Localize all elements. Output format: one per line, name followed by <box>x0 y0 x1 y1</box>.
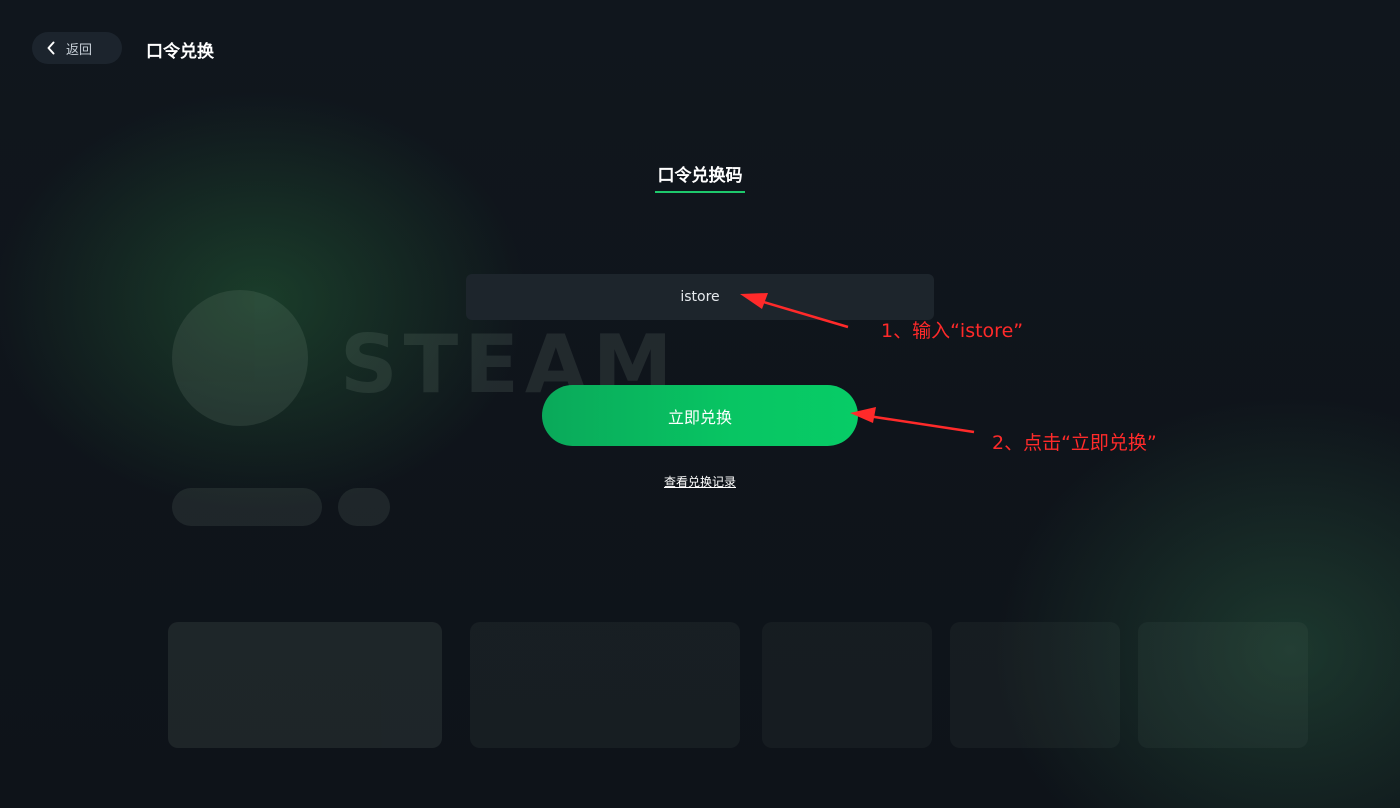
steam-logo-icon <box>172 290 308 426</box>
background-card <box>470 622 740 748</box>
section-underline <box>655 191 745 193</box>
redeem-code-screen: STEAM 返回 口令兑换 口令兑换码 立即兑换 查看兑换记录 1、输入“ist… <box>0 0 1400 808</box>
section-title: 口令兑换码 <box>657 166 743 186</box>
chevron-left-icon <box>47 41 55 55</box>
background-card <box>168 622 442 748</box>
annotation-step-2: 2、点击“立即兑换” <box>992 432 1157 454</box>
background-card <box>1138 622 1308 748</box>
arrow-pointer-icon <box>850 407 975 434</box>
annotation-step-1: 1、输入“istore” <box>881 320 1024 342</box>
back-label: 返回 <box>66 42 93 58</box>
background-pill <box>338 488 390 526</box>
back-button[interactable]: 返回 <box>32 32 122 64</box>
view-redeem-history-link[interactable]: 查看兑换记录 <box>600 473 800 490</box>
background-card <box>762 622 932 748</box>
redeem-now-button[interactable]: 立即兑换 <box>542 385 858 446</box>
redeem-code-input[interactable] <box>466 274 934 320</box>
background-pill <box>172 488 322 526</box>
background-card <box>950 622 1120 748</box>
page-title: 口令兑换 <box>146 42 214 62</box>
